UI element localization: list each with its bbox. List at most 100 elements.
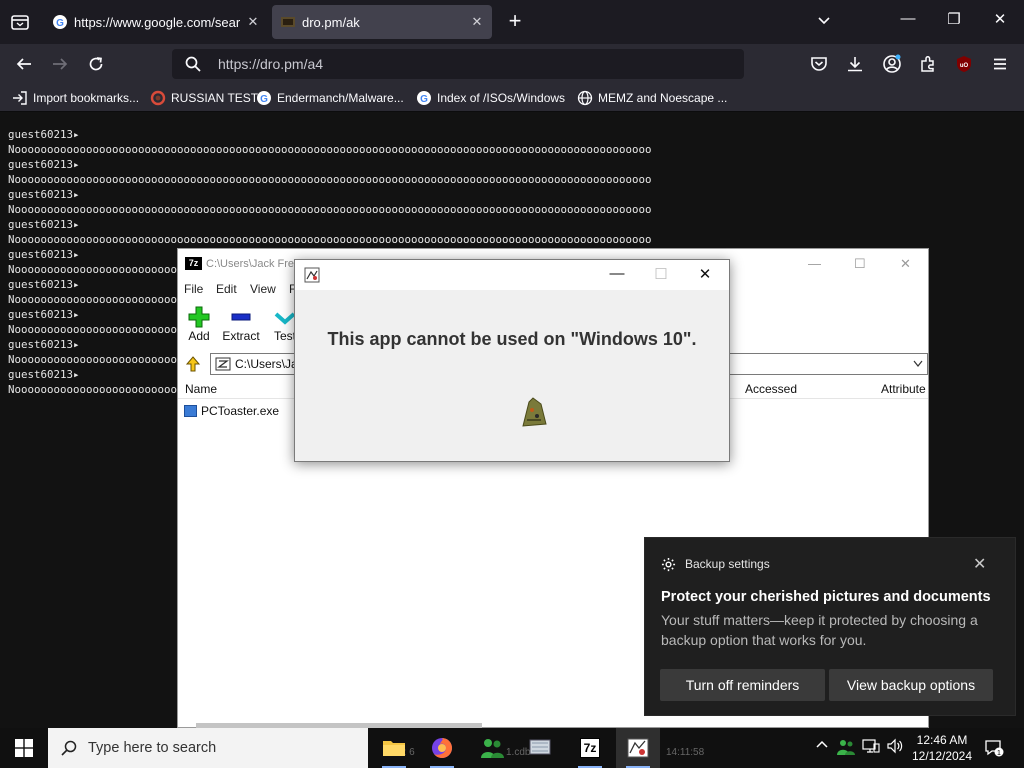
- drive-icon: [215, 357, 231, 371]
- chevron-down-icon[interactable]: [816, 12, 832, 33]
- taskbar-clock[interactable]: 12:46 AM 12/12/2024: [904, 732, 980, 764]
- dialog-message: This app cannot be used on "Windows 10".: [327, 329, 697, 349]
- tab-close-icon[interactable]: ✕: [246, 14, 260, 30]
- pctoaster-taskbar-icon[interactable]: [616, 728, 660, 768]
- notification-center-icon[interactable]: 1: [984, 738, 1004, 763]
- url-text[interactable]: https://dro.pm/a4: [218, 56, 323, 72]
- search-icon: [184, 55, 202, 78]
- back-arrow-icon[interactable]: [12, 52, 36, 76]
- tab-dro-pm[interactable]: dro.pm/ak ✕: [272, 5, 492, 39]
- sevenzip-taskbar-icon[interactable]: 7z: [568, 728, 612, 768]
- maximize-button: ☐: [654, 266, 668, 283]
- view-backup-options-button[interactable]: View backup options: [829, 669, 993, 701]
- ublock-origin-icon[interactable]: uO: [952, 52, 976, 76]
- reload-icon[interactable]: [84, 52, 108, 76]
- terminal-line: Nooooooooooooooooooooooooooooooooooooooo…: [8, 233, 652, 246]
- column-attributes[interactable]: Attribute: [881, 382, 926, 396]
- extract-label: Extract: [222, 329, 260, 343]
- maximize-button[interactable]: ☐: [854, 256, 866, 272]
- search-placeholder: Type here to search: [88, 740, 217, 756]
- red-circle-icon: [150, 90, 166, 106]
- sevenzip-label: 7z: [579, 738, 601, 758]
- app-icon: [304, 267, 320, 283]
- network-icon[interactable]: [862, 738, 880, 757]
- minimize-button[interactable]: —: [607, 265, 627, 282]
- bookmark-label: Endermanch/Malware...: [277, 91, 404, 105]
- dialog-titlebar[interactable]: — ☐ ✕: [295, 260, 729, 290]
- maximize-button[interactable]: ❐: [942, 10, 966, 28]
- notification-count: 1: [997, 750, 1001, 757]
- search-icon: [60, 739, 78, 762]
- close-icon[interactable]: ✕: [973, 554, 986, 574]
- google-g-icon: G: [52, 14, 68, 30]
- terminal-line: guest60213▸: [8, 128, 80, 141]
- sevenzip-title: C:\Users\Jack Fre: [206, 258, 295, 270]
- bookmark-label: MEMZ and Noescape ...: [598, 91, 728, 105]
- file-row[interactable]: PCToaster.exe: [184, 404, 279, 418]
- notification-title: Protect your cherished pictures and docu…: [661, 589, 991, 605]
- terminal-line: guest60213▸: [8, 158, 80, 171]
- bookmark-import[interactable]: Import bookmarks...: [12, 90, 139, 106]
- dro-favicon-icon: [280, 14, 296, 30]
- bookmark-endermanch[interactable]: G Endermanch/Malware...: [256, 90, 404, 106]
- terminal-line: guest60213▸: [8, 188, 80, 201]
- downloads-icon[interactable]: [843, 52, 867, 76]
- file-explorer-icon[interactable]: [372, 728, 416, 768]
- minimize-button[interactable]: —: [808, 256, 821, 271]
- bookmark-memz[interactable]: MEMZ and Noescape ...: [577, 90, 727, 106]
- forward-arrow-icon[interactable]: [48, 52, 72, 76]
- google-g-icon: G: [256, 90, 272, 106]
- bookmark-russian-test[interactable]: RUSSIAN TEST: [150, 90, 258, 106]
- menu-view[interactable]: View: [250, 282, 276, 296]
- svg-text:G: G: [260, 94, 268, 105]
- close-dialog-button[interactable]: ✕: [695, 265, 715, 283]
- browser-navigation-bar: https://dro.pm/a4 uO: [0, 44, 1024, 84]
- windows-taskbar: Type here to search 2: 6 1.cdb 7z 14:11:…: [0, 728, 1024, 768]
- pocket-icon[interactable]: [807, 52, 831, 76]
- gear-icon: [661, 557, 676, 577]
- menu-edit[interactable]: Edit: [216, 282, 237, 296]
- terminal-line: guest60213▸: [8, 218, 80, 231]
- minus-icon: [217, 305, 265, 329]
- ghost-text: 14:11:58: [666, 747, 705, 758]
- clock-date: 12/12/2024: [911, 749, 973, 763]
- plus-icon: [175, 305, 223, 329]
- new-tab-button[interactable]: +: [504, 10, 526, 32]
- list-all-tabs-icon[interactable]: [8, 10, 32, 34]
- chevron-down-icon[interactable]: [913, 360, 923, 368]
- sevenzip-logo-icon: 7z: [185, 257, 202, 270]
- bookmark-label: RUSSIAN TEST: [171, 91, 259, 105]
- minimize-button[interactable]: —: [896, 10, 920, 27]
- backup-notification: Backup settings ✕ Protect your cherished…: [644, 537, 1016, 716]
- browser-tab-bar: G https://www.google.com/searc ✕ dro.pm/…: [0, 0, 1024, 44]
- column-accessed[interactable]: Accessed: [745, 382, 797, 396]
- extract-button[interactable]: Extract: [217, 305, 265, 343]
- firefox-icon[interactable]: [420, 728, 464, 768]
- globe-icon: [577, 90, 593, 106]
- volume-icon[interactable]: [886, 738, 904, 757]
- taskbar-search-box[interactable]: Type here to search: [48, 728, 368, 768]
- close-window-button[interactable]: ✕: [900, 256, 911, 272]
- tab-google-search[interactable]: G https://www.google.com/searc ✕: [44, 5, 268, 39]
- bookmark-isos[interactable]: G Index of /ISOs/Windows: [416, 90, 565, 106]
- svg-text:G: G: [56, 18, 64, 29]
- folder-up-icon[interactable]: [184, 355, 202, 373]
- menu-hamburger-icon[interactable]: [988, 52, 1012, 76]
- chevron-up-icon[interactable]: [815, 738, 829, 755]
- bookmark-label: Index of /ISOs/Windows: [437, 91, 566, 105]
- windows-start-icon[interactable]: [0, 728, 48, 768]
- close-window-button[interactable]: ✕: [988, 10, 1012, 28]
- terminal-line: Nooooooooooooooooooooooooooooooooooooooo…: [8, 143, 652, 156]
- people-tray-icon[interactable]: [836, 738, 856, 759]
- menu-file[interactable]: File: [184, 282, 203, 296]
- tab-title: dro.pm/ak: [302, 14, 360, 30]
- extensions-icon[interactable]: [916, 52, 940, 76]
- notification-app-name: Backup settings: [685, 557, 770, 571]
- column-name[interactable]: Name: [185, 382, 217, 396]
- turn-off-reminders-button[interactable]: Turn off reminders: [660, 669, 825, 701]
- account-icon[interactable]: [880, 52, 904, 76]
- url-bar[interactable]: https://dro.pm/a4: [172, 49, 744, 79]
- add-button[interactable]: Add: [175, 305, 223, 343]
- tab-close-icon[interactable]: ✕: [470, 14, 484, 30]
- bookmark-label: Import bookmarks...: [33, 91, 140, 105]
